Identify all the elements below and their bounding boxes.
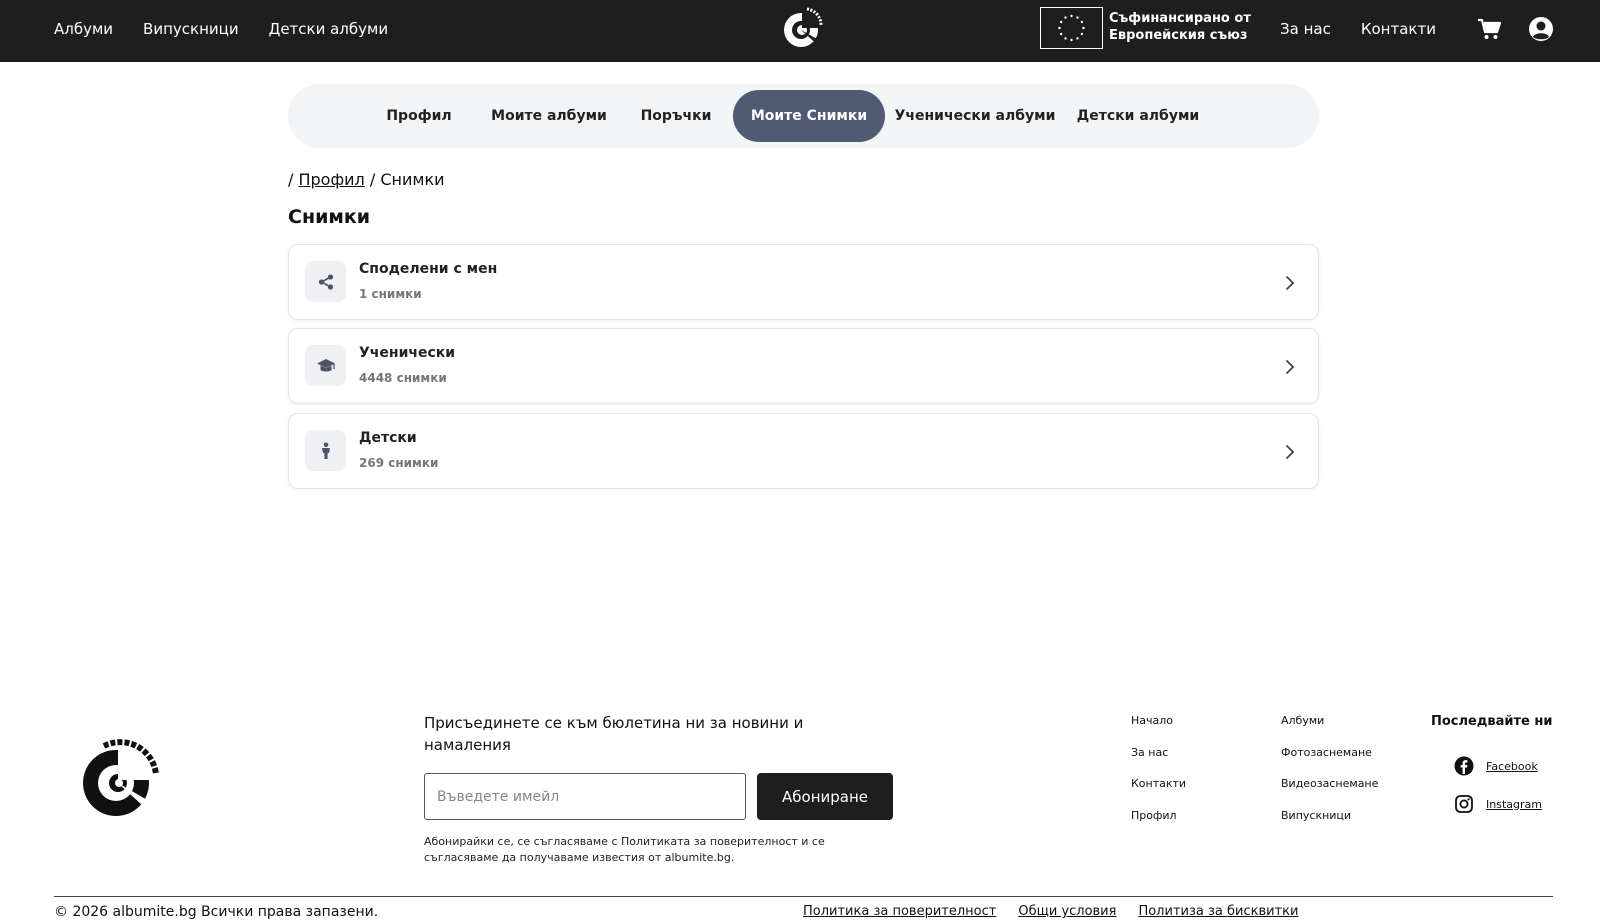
card-title: Детски [359, 430, 417, 446]
tab-kids-albums[interactable]: Детски албуми [1065, 90, 1211, 142]
card-title: Споделени с мен [359, 261, 498, 277]
eu-text-line2: Европейския съюз [1109, 28, 1248, 43]
email-input[interactable] [424, 773, 746, 820]
chevron-right-icon [1286, 360, 1295, 374]
footer-link-home[interactable]: Начало [1131, 713, 1186, 729]
photo-group-kids[interactable]: Детски 269 снимки [288, 413, 1319, 489]
terms-link[interactable]: Общи условия [1018, 904, 1116, 919]
breadcrumb-separator: / [288, 170, 294, 189]
tab-my-photos[interactable]: Моите Снимки [733, 90, 885, 142]
breadcrumb-separator: / [369, 170, 376, 189]
nav-link-contacts[interactable]: Контакти [1361, 20, 1436, 38]
nav-right: За нас Контакти [1280, 0, 1436, 58]
tab-school-albums[interactable]: Ученически албуми [893, 90, 1057, 142]
footer-link-about[interactable]: За нас [1131, 745, 1186, 761]
subscribe-button[interactable]: Абониране [757, 773, 893, 820]
profile-tabs: Профил Моите албуми Поръчки Моите Снимки… [288, 84, 1319, 148]
tab-orders[interactable]: Поръчки [626, 90, 726, 142]
card-count: 4448 снимки [359, 371, 447, 385]
card-count: 269 снимки [359, 456, 439, 470]
chevron-right-icon [1286, 445, 1295, 459]
nav-left: Албуми Випускници Детски албуми [54, 0, 388, 58]
footer-links-col1: Начало За нас Контакти Профил [1131, 713, 1186, 823]
footer-link-graduates[interactable]: Випускници [1281, 808, 1378, 824]
footer-links-col2: Албуми Фотозаснемане Видеозаснемане Випу… [1281, 713, 1378, 823]
share-icon [305, 261, 346, 302]
instagram-link[interactable]: Instagram [1486, 798, 1542, 811]
photo-group-school[interactable]: Ученически 4448 снимки [288, 328, 1319, 404]
page-title: Снимки [288, 206, 371, 228]
consent-text: Абонирайки се, се съгласяваме с Политика… [424, 835, 825, 864]
card-title: Ученически [359, 345, 456, 361]
facebook-link[interactable]: Facebook [1486, 760, 1538, 773]
child-icon [305, 430, 346, 471]
cart-icon[interactable] [1476, 16, 1502, 42]
social-instagram: Instagram [1454, 794, 1542, 814]
footer-link-contacts[interactable]: Контакти [1131, 776, 1186, 792]
footer-link-profile[interactable]: Профил [1131, 808, 1186, 824]
cookie-policy-link[interactable]: Политиза за бисквитки [1138, 904, 1298, 919]
newsletter-heading: Присъединете се към бюлетина ни за новин… [424, 714, 804, 754]
breadcrumb-link-profile[interactable]: Профил [298, 170, 364, 189]
footer-link-photoshoot[interactable]: Фотозаснемане [1281, 745, 1378, 761]
facebook-icon[interactable] [1454, 756, 1474, 776]
follow-us-heading: Последвайте ни [1431, 714, 1553, 729]
footer-link-albums[interactable]: Албуми [1281, 713, 1378, 729]
card-count: 1 снимки [359, 287, 422, 301]
user-icon[interactable] [1528, 16, 1554, 42]
footer-divider [54, 896, 1553, 897]
social-facebook: Facebook [1454, 756, 1538, 776]
footer-logo[interactable] [78, 736, 164, 822]
footer-link-videoshoot[interactable]: Видеозаснемане [1281, 776, 1378, 792]
nav-link-kids-albums[interactable]: Детски албуми [269, 20, 388, 38]
privacy-policy-link[interactable]: Политика за поверителност [803, 904, 996, 919]
legal-links: Политика за поверителност Общи условия П… [803, 904, 1298, 919]
site-logo[interactable] [780, 5, 826, 51]
instagram-icon[interactable] [1454, 794, 1474, 814]
eu-cofinanced-text: Съфинансирано от Европейския съюз [1109, 10, 1251, 44]
copyright-text: © 2026 albumite.bg Всички права запазени… [54, 904, 379, 920]
eu-flag [1040, 7, 1103, 49]
breadcrumb: / Профил / Снимки [288, 170, 445, 189]
nav-link-graduates[interactable]: Випускници [143, 20, 239, 38]
tab-my-albums[interactable]: Моите албуми [481, 90, 617, 142]
eu-text-line1: Съфинансирано от [1109, 11, 1251, 26]
nav-link-albums[interactable]: Албуми [54, 20, 113, 38]
tab-profile[interactable]: Профил [366, 90, 472, 142]
eu-stars-icon [1058, 14, 1085, 42]
graduation-cap-icon [305, 345, 346, 386]
breadcrumb-current: Снимки [380, 170, 445, 189]
nav-link-about[interactable]: За нас [1280, 20, 1331, 38]
chevron-right-icon [1286, 276, 1295, 290]
photo-group-shared[interactable]: Споделени с мен 1 снимки [288, 244, 1319, 320]
top-nav-bar: Албуми Випускници Детски албуми Съфинанс… [0, 0, 1600, 62]
